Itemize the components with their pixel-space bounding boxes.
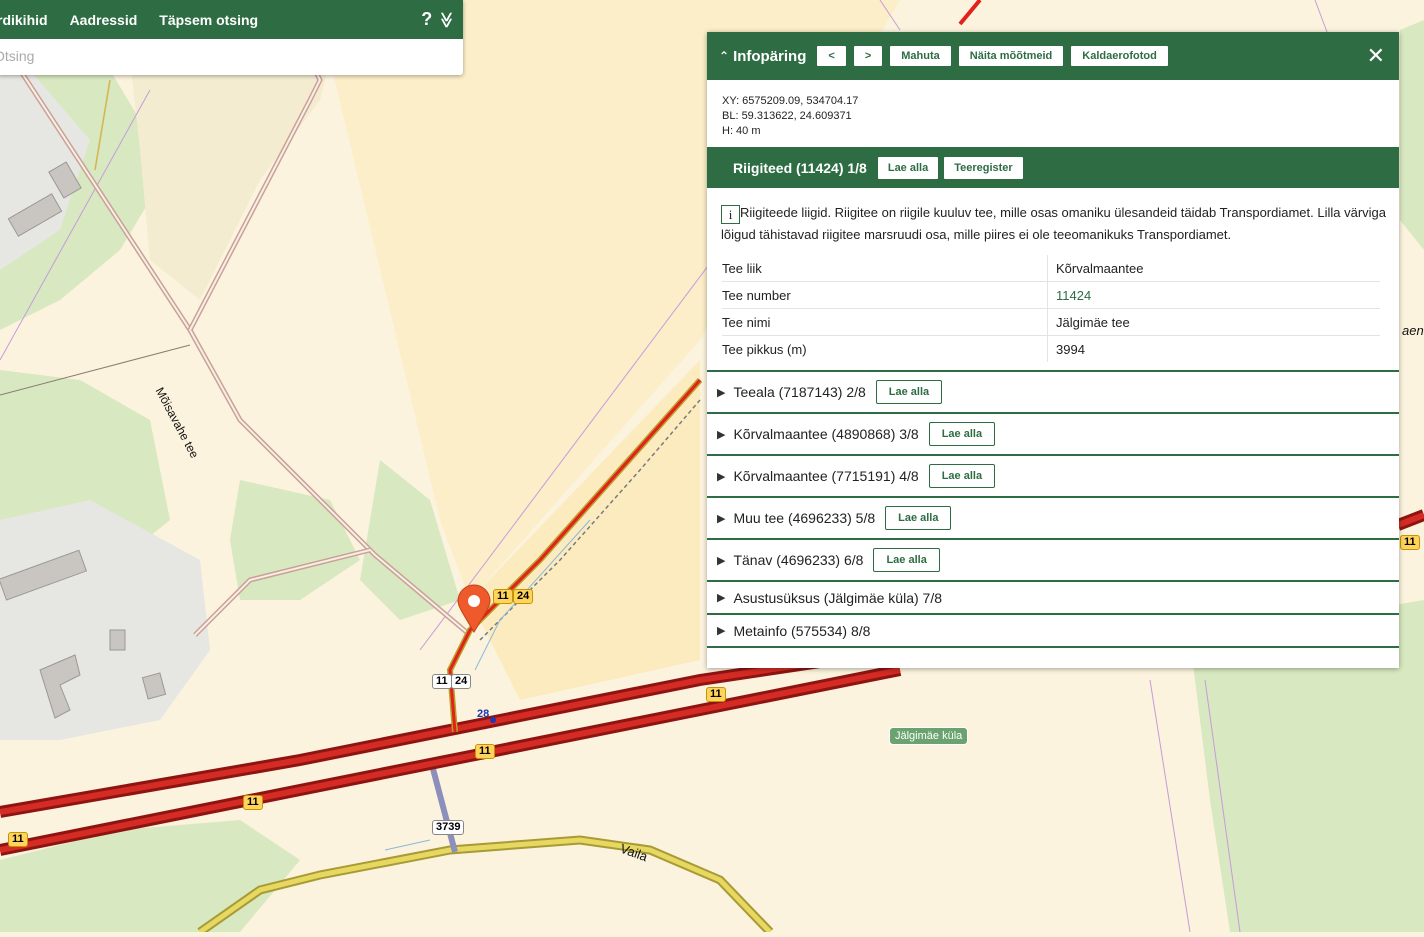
place-label-jalgimae: Jälgimäe küla bbox=[889, 727, 969, 745]
attr-value: 11424 bbox=[1047, 281, 1380, 309]
download-button[interactable]: Lae alla bbox=[928, 422, 996, 446]
download-button[interactable]: Lae alla bbox=[873, 548, 940, 572]
coord-xy: XY: 6575209.09, 534704.17 bbox=[722, 95, 859, 107]
road-shield: 11 bbox=[8, 832, 28, 847]
accordion-tanav[interactable]: ▶ Tänav (4696233) 6/8 Lae alla bbox=[707, 538, 1399, 580]
road-shield: 3739 bbox=[432, 820, 465, 835]
expand-triangle-icon: ▶ bbox=[717, 470, 726, 483]
description-text: Riigiteede liigid. Riigitee on riigile k… bbox=[721, 205, 1387, 242]
expand-triangle-icon: ▶ bbox=[717, 592, 726, 604]
attr-value: Jälgimäe tee bbox=[1047, 308, 1380, 336]
search-panel: rdikihid Aadressid Täpsem otsing ? ≫ bbox=[0, 0, 463, 75]
accordion-title: Muu tee (4696233) 5/8 bbox=[733, 510, 876, 526]
tab-aadressid[interactable]: Aadressid bbox=[59, 12, 149, 28]
attr-key: Tee pikkus (m) bbox=[722, 342, 807, 357]
section-description: i Riigiteede liigid. Riigitee on riigile … bbox=[707, 188, 1399, 245]
info-title[interactable]: ⌃ Infopäring bbox=[707, 48, 806, 65]
accordion-metainfo[interactable]: ▶ Metainfo (575534) 8/8 bbox=[707, 613, 1399, 648]
oblique-photos-button[interactable]: Kaldaerofotod bbox=[1070, 45, 1169, 67]
table-row: Tee nimi Jälgimäe tee bbox=[722, 308, 1380, 336]
road-shield: 11 bbox=[432, 674, 452, 689]
show-measurements-button[interactable]: Näita mõõtmeid bbox=[957, 45, 1065, 67]
expand-triangle-icon: ▶ bbox=[717, 554, 726, 567]
road-shield: 11 bbox=[706, 687, 726, 702]
download-button[interactable]: Lae alla bbox=[876, 155, 940, 180]
section-riigiteed-header: Riigiteed (11424) 1/8 Lae alla Teeregist… bbox=[707, 147, 1399, 188]
attr-value: Kõrvalmaantee bbox=[1047, 255, 1380, 282]
coordinates: XY: 6575209.09, 534704.17 BL: 59.313622,… bbox=[707, 80, 1399, 147]
highlighted-road-11424 bbox=[958, 0, 982, 26]
accordion-title: Tänav (4696233) 6/8 bbox=[733, 552, 864, 568]
forest-area bbox=[1400, 20, 1424, 250]
download-button[interactable]: Lae alla bbox=[875, 380, 943, 404]
coord-h: H: 40 m bbox=[722, 125, 761, 137]
search-input[interactable] bbox=[0, 39, 434, 73]
accordion-title: Kõrvalmaantee (4890868) 3/8 bbox=[733, 426, 919, 442]
expand-triangle-icon: ▶ bbox=[717, 625, 726, 637]
collapse-up-icon[interactable]: ⌃ bbox=[719, 49, 729, 63]
point-28-icon bbox=[490, 717, 496, 723]
building bbox=[109, 629, 126, 651]
road-shield: 11 bbox=[1400, 535, 1420, 550]
info-title-text: Infopäring bbox=[733, 47, 807, 65]
accordion-asustusuksus[interactable]: ▶ Asustusüksus (Jälgimäe küla) 7/8 bbox=[707, 580, 1399, 613]
forest-area bbox=[130, 50, 330, 300]
road-shield: 24 bbox=[513, 589, 534, 604]
road-shield: 24 bbox=[451, 674, 472, 689]
attribute-table: Tee liik Kõrvalmaantee Tee number 11424 … bbox=[722, 255, 1380, 362]
table-row: Tee number 11424 bbox=[722, 281, 1380, 309]
collapse-icon[interactable]: ≫ bbox=[437, 11, 457, 28]
prev-button[interactable]: < bbox=[816, 45, 847, 67]
table-row: Tee pikkus (m) 3994 bbox=[722, 335, 1380, 362]
accordion-title: Metainfo (575534) 8/8 bbox=[733, 622, 871, 639]
info-header: ⌃ Infopäring < > Mahuta Näita mõõtmeid K… bbox=[707, 32, 1399, 80]
info-icon: i bbox=[721, 205, 740, 224]
accordion-teeala[interactable]: ▶ Teeala (7187143) 2/8 Lae alla bbox=[707, 370, 1399, 412]
coord-bl: BL: 59.313622, 24.609371 bbox=[722, 110, 852, 122]
stream bbox=[384, 839, 431, 851]
industrial-area bbox=[0, 500, 210, 740]
point-label: 28 bbox=[477, 708, 490, 720]
boundary-line bbox=[1149, 679, 1191, 933]
attr-key: Tee number bbox=[722, 281, 1048, 309]
expand-triangle-icon: ▶ bbox=[717, 512, 726, 525]
download-button[interactable]: Lae alla bbox=[885, 506, 952, 530]
connector-road bbox=[429, 764, 458, 853]
tab-kihid[interactable]: rdikihid bbox=[0, 12, 59, 28]
accordion-muu-tee[interactable]: ▶ Muu tee (4696233) 5/8 Lae alla bbox=[707, 496, 1399, 538]
road-label-aen: aen bbox=[1402, 323, 1424, 338]
info-panel: ⌃ Infopäring < > Mahuta Näita mõõtmeid K… bbox=[707, 32, 1399, 668]
section-title: Riigiteed (11424) 1/8 bbox=[733, 159, 867, 176]
tab-tapsem-otsing[interactable]: Täpsem otsing bbox=[148, 12, 269, 28]
table-row: Tee liik Kõrvalmaantee bbox=[722, 255, 1380, 282]
close-icon[interactable]: ✕ bbox=[1367, 45, 1385, 67]
road-shield: 11 bbox=[475, 744, 495, 759]
next-button[interactable]: > bbox=[852, 45, 884, 67]
help-icon[interactable]: ? bbox=[421, 9, 432, 30]
search-tools: ? ≫ bbox=[421, 9, 463, 30]
road-shield: 11 bbox=[493, 589, 513, 604]
mahuta-button[interactable]: Mahuta bbox=[889, 45, 952, 67]
accordion-title: Kõrvalmaantee (7715191) 4/8 bbox=[733, 468, 919, 484]
attr-key: Tee liik bbox=[722, 255, 1048, 282]
accordion-korvalmaantee-2[interactable]: ▶ Kõrvalmaantee (7715191) 4/8 Lae alla bbox=[707, 454, 1399, 496]
download-button[interactable]: Lae alla bbox=[928, 464, 996, 488]
road-number-link[interactable]: 11424 bbox=[1056, 288, 1091, 303]
accordion-korvalmaantee-1[interactable]: ▶ Kõrvalmaantee (4890868) 3/8 Lae alla bbox=[707, 412, 1399, 454]
accordion-title: Teeala (7187143) 2/8 bbox=[733, 384, 866, 400]
search-tabs: rdikihid Aadressid Täpsem otsing ? ≫ bbox=[0, 0, 463, 39]
expand-triangle-icon: ▶ bbox=[717, 386, 726, 399]
attr-key: Tee nimi bbox=[722, 308, 1048, 336]
road-shield: 11 bbox=[243, 795, 263, 810]
attr-value: 3994 bbox=[1047, 335, 1380, 362]
accordion-title: Asustusüksus (Jälgimäe küla) 7/8 bbox=[733, 589, 943, 606]
road-register-button[interactable]: Teeregister bbox=[943, 155, 1024, 180]
expand-triangle-icon: ▶ bbox=[717, 428, 726, 441]
